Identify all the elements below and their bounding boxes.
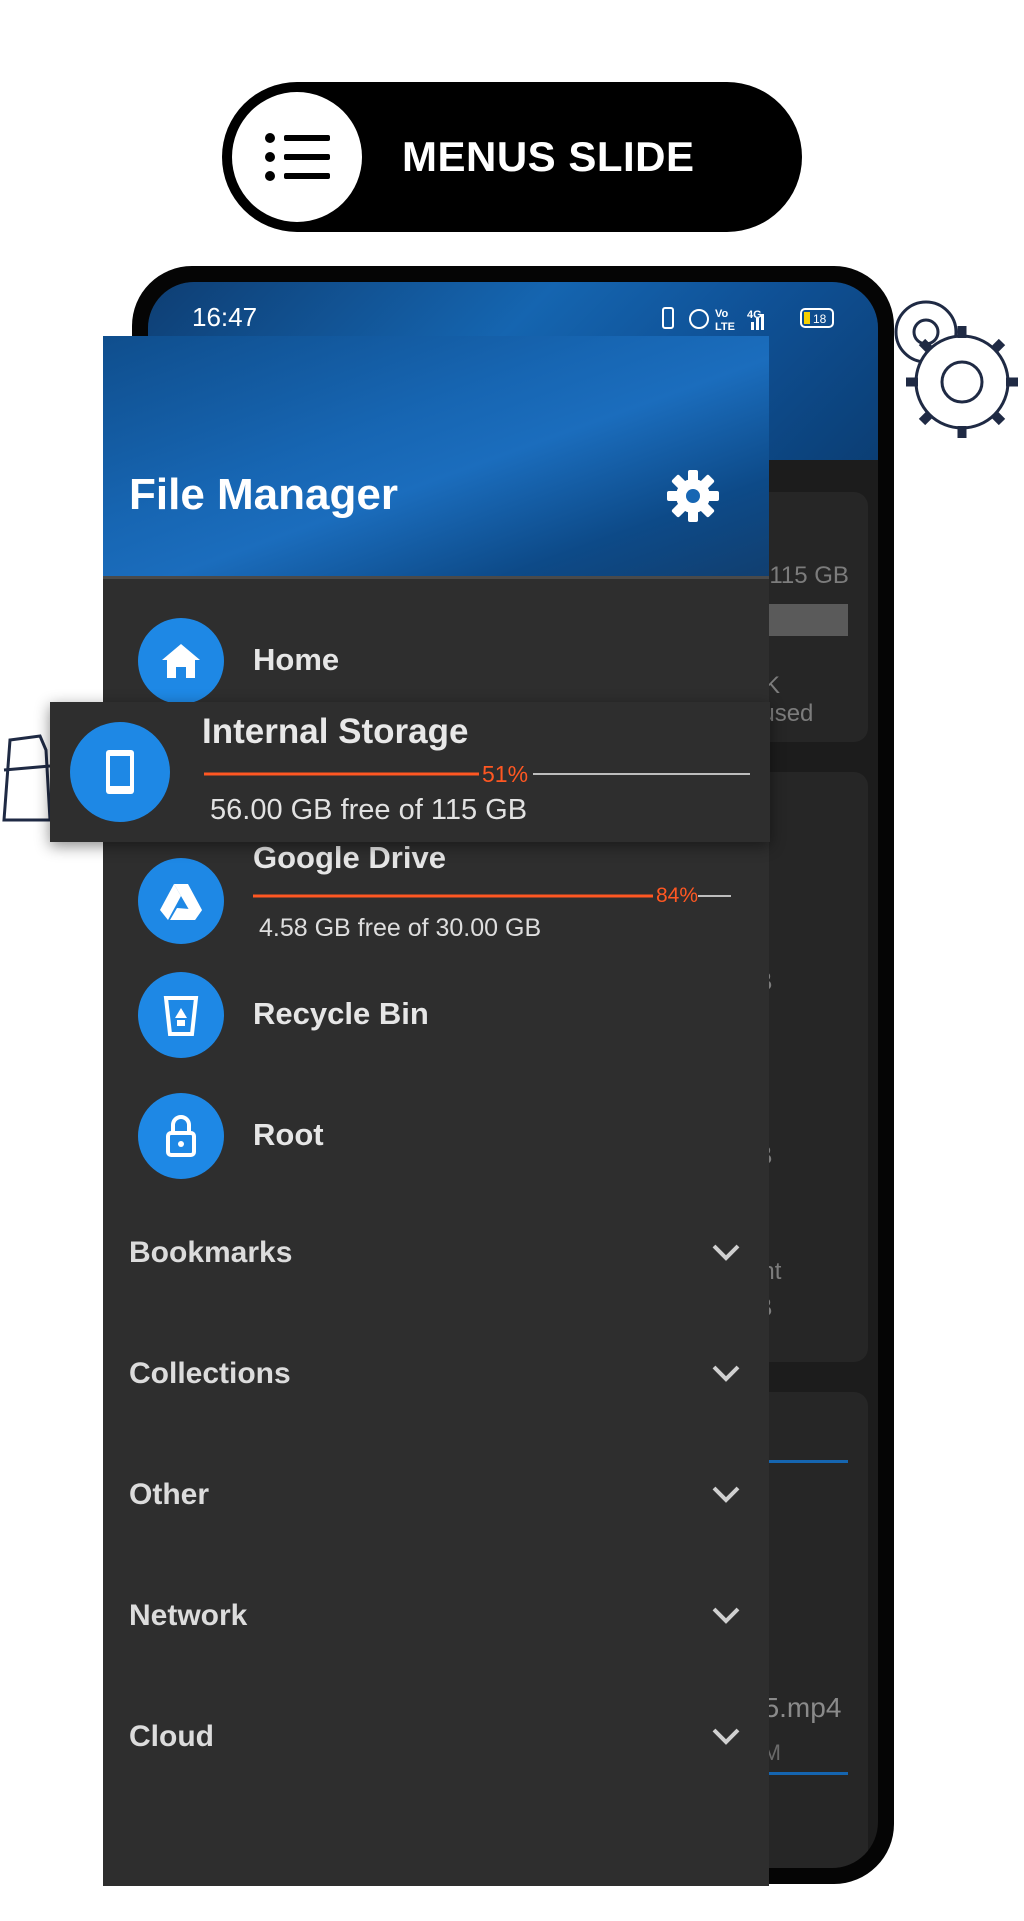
recycle-bin-icon xyxy=(163,996,199,1036)
section-cloud[interactable]: Cloud xyxy=(103,1698,769,1778)
menus-slide-banner: MENUS SLIDE xyxy=(222,82,802,232)
drawer-header: File Manager xyxy=(103,336,769,579)
chevron-down-icon xyxy=(712,1365,740,1382)
section-label-bookmarks: Bookmarks xyxy=(129,1236,293,1269)
alarm-icon xyxy=(689,309,709,329)
svg-text:84%: 84% xyxy=(656,886,698,906)
nav-label-home: Home xyxy=(253,642,340,677)
section-label-collections: Collections xyxy=(129,1357,291,1390)
status-icons: Vo LTE 4G 18 xyxy=(662,307,834,333)
section-bookmarks[interactable]: Bookmarks xyxy=(103,1214,769,1294)
internal-storage-free-space: 56.00 GB free of 115 GB xyxy=(210,794,528,826)
section-network[interactable]: Network xyxy=(103,1577,769,1657)
internal-storage-label: Internal Storage xyxy=(202,712,469,751)
section-label-other: Other xyxy=(129,1478,210,1511)
svg-text:4G: 4G xyxy=(747,309,762,321)
nav-item-google-drive[interactable]: Google Drive 84% 4.58 GB free of 30.00 G… xyxy=(103,840,769,964)
recycle-bin-icon-circle xyxy=(138,972,224,1058)
nav-item-root[interactable]: Root xyxy=(103,1085,769,1185)
section-collections[interactable]: Collections xyxy=(103,1335,769,1415)
svg-text:LTE: LTE xyxy=(715,321,735,333)
smartphone-icon-circle xyxy=(70,722,170,822)
internal-storage-usage-bar: 51% xyxy=(204,762,750,786)
lock-icon-circle xyxy=(138,1093,224,1179)
nav-item-recycle-bin[interactable]: Recycle Bin xyxy=(103,964,769,1064)
google-drive-usage-bar: 84% xyxy=(253,886,731,906)
svg-text:18: 18 xyxy=(813,312,827,326)
navigation-drawer: File Manager Home Google Drive 84% 4.58 … xyxy=(103,336,769,1886)
home-icon-circle xyxy=(138,618,224,704)
chevron-down-icon xyxy=(712,1244,740,1261)
nav-item-home[interactable]: Home xyxy=(103,610,769,710)
nav-label-recycle-bin: Recycle Bin xyxy=(253,996,429,1031)
google-drive-icon-circle xyxy=(138,858,224,944)
gears-icon xyxy=(894,300,1018,438)
smartphone-icon xyxy=(106,750,134,794)
settings-gear-icon[interactable] xyxy=(663,466,723,526)
section-label-network: Network xyxy=(129,1599,248,1632)
section-label-cloud: Cloud xyxy=(129,1720,214,1753)
nav-label-google-drive: Google Drive xyxy=(253,840,446,875)
chevron-down-icon xyxy=(712,1607,740,1624)
list-icon xyxy=(265,133,330,181)
google-drive-free-space: 4.58 GB free of 30.00 GB xyxy=(259,914,542,942)
svg-text:Vo: Vo xyxy=(715,308,729,320)
home-icon xyxy=(162,644,200,678)
banner-title: MENUS SLIDE xyxy=(402,133,695,180)
banner-icon-circle xyxy=(232,92,362,222)
svg-text:51%: 51% xyxy=(482,762,528,786)
chevron-down-icon xyxy=(712,1728,740,1745)
status-time: 16:47 xyxy=(192,302,258,332)
vibrate-icon xyxy=(662,307,674,329)
section-other[interactable]: Other xyxy=(103,1456,769,1536)
google-drive-icon xyxy=(160,884,202,920)
lock-icon xyxy=(166,1115,196,1157)
nav-label-root: Root xyxy=(253,1117,324,1152)
chevron-down-icon xyxy=(712,1486,740,1503)
internal-storage-card[interactable]: Internal Storage 51% 56.00 GB free of 11… xyxy=(50,702,770,842)
drawer-title: File Manager xyxy=(129,470,398,519)
